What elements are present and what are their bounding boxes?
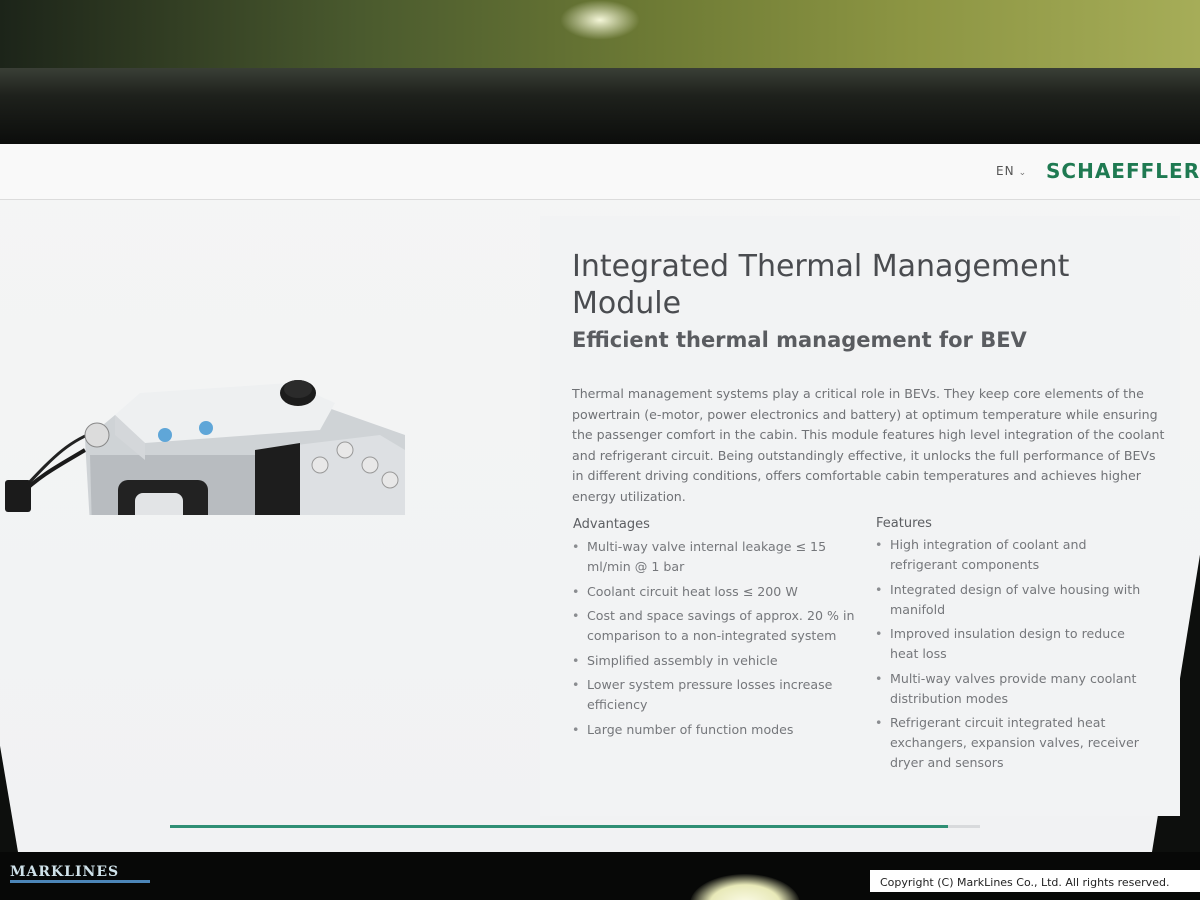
features-heading: Features bbox=[876, 516, 932, 531]
list-item: Improved insulation design to reduce hea… bbox=[875, 624, 1155, 664]
chevron-down-icon: ⌄ bbox=[1018, 168, 1028, 178]
language-selector[interactable]: EN ⌄ bbox=[996, 164, 1027, 178]
list-item: Coolant circuit heat loss ≤ 200 W bbox=[572, 582, 862, 602]
list-item: Simplified assembly in vehicle bbox=[572, 651, 862, 671]
page-subtitle: Efficient thermal management for BEV bbox=[572, 328, 1027, 352]
watermark-logo: MARKLINES bbox=[10, 864, 151, 883]
copyright-text: Copyright (C) MarkLines Co., Ltd. All ri… bbox=[880, 876, 1170, 889]
list-item: Multi-way valves provide many coolant di… bbox=[875, 669, 1155, 709]
progress-fill bbox=[170, 825, 948, 828]
features-list: High integration of coolant and refriger… bbox=[875, 535, 1155, 778]
list-item: Cost and space savings of approx. 20 % i… bbox=[572, 606, 862, 646]
list-item: Large number of function modes bbox=[572, 720, 862, 740]
list-item: High integration of coolant and refriger… bbox=[875, 535, 1155, 575]
brand-logo: SCHAEFFLER bbox=[1046, 159, 1200, 183]
advantages-heading: Advantages bbox=[573, 517, 650, 532]
ambient-light bbox=[560, 0, 640, 40]
progress-bar bbox=[170, 825, 980, 828]
background-environment bbox=[0, 0, 1200, 68]
display-bezel-top bbox=[0, 68, 1200, 146]
language-label: EN bbox=[996, 164, 1015, 178]
advantages-list: Multi-way valve internal leakage ≤ 15 ml… bbox=[572, 537, 862, 744]
header-bar: EN ⌄ SCHAEFFLER bbox=[0, 144, 1200, 200]
page-title: Integrated Thermal Management Module bbox=[572, 249, 1070, 321]
list-item: Lower system pressure losses increase ef… bbox=[572, 675, 862, 715]
list-item: Multi-way valve internal leakage ≤ 15 ml… bbox=[572, 537, 862, 577]
intro-paragraph: Thermal management systems play a critic… bbox=[572, 386, 1165, 504]
list-item: Refrigerant circuit integrated heat exch… bbox=[875, 713, 1155, 773]
list-item: Integrated design of valve housing with … bbox=[875, 580, 1155, 620]
thermal-module-image bbox=[5, 380, 405, 515]
